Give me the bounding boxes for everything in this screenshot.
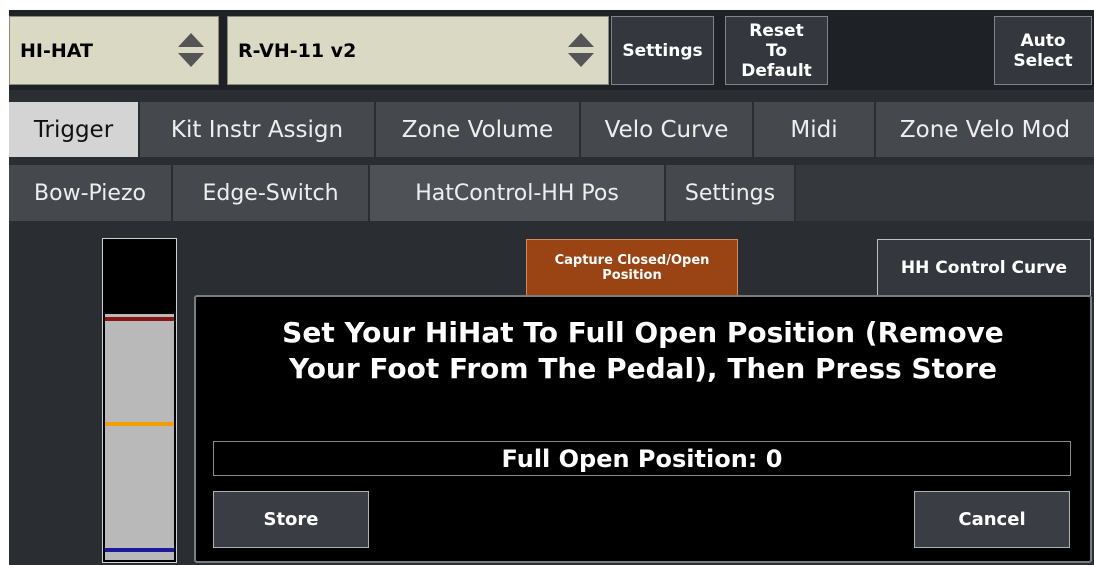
cancel-button-label: Cancel [958, 509, 1026, 530]
readout-label: Full Open Position: [501, 444, 758, 473]
tab-velo-curve[interactable]: Velo Curve [581, 102, 754, 157]
tab-midi[interactable]: Midi [754, 102, 876, 157]
dialog-message: Set Your HiHat To Full Open Position (Re… [206, 315, 1080, 387]
trigger-type-selector[interactable]: R-VH-11 v2 [227, 16, 609, 85]
subtab-label: HatControl-HH Pos [415, 180, 619, 206]
store-button-label: Store [263, 509, 319, 530]
subtab-bow-piezo[interactable]: Bow-Piezo [9, 165, 173, 221]
updown-arrows-icon[interactable] [566, 31, 596, 71]
full-open-position-dialog: Set Your HiHat To Full Open Position (Re… [194, 295, 1092, 563]
tab-label: Kit Instr Assign [170, 116, 344, 143]
dialog-message-line-1: Set Your HiHat To Full Open Position (Re… [282, 316, 1004, 349]
reset-label-line-1: Reset [749, 20, 804, 41]
top-bar: HI-HAT R-VH-11 v2 Settings Reset To Defa… [9, 10, 1094, 90]
meter-fill [105, 314, 174, 560]
tab-zone-velo-mod[interactable]: Zone Velo Mod [876, 102, 1094, 157]
tab-label: Velo Curve [604, 116, 729, 143]
subtab-hatcontrol-hh-pos[interactable]: HatControl-HH Pos [370, 165, 666, 221]
tab-label: Trigger [33, 116, 114, 143]
instrument-value: HI-HAT [20, 39, 93, 62]
cancel-button[interactable]: Cancel [914, 491, 1070, 548]
reset-to-default-button[interactable]: Reset To Default [725, 16, 828, 85]
subtab-edge-switch[interactable]: Edge-Switch [173, 165, 370, 221]
store-button[interactable]: Store [213, 491, 369, 548]
tab-zone-volume[interactable]: Zone Volume [376, 102, 581, 157]
updown-arrows-icon[interactable] [176, 31, 206, 71]
tab-label: Zone Velo Mod [899, 116, 1071, 143]
subtab-label: Bow-Piezo [34, 180, 146, 206]
subtab-label: Edge-Switch [202, 180, 339, 206]
subtab-settings[interactable]: Settings [666, 165, 796, 221]
dialog-message-line-2: Your Foot From The Pedal), Then Press St… [288, 352, 998, 385]
reset-label-line-3: Default [741, 60, 812, 81]
tab-label: Midi [790, 116, 838, 143]
auto-select-label-line-1: Auto [1020, 30, 1066, 51]
sub-tab-bar: Bow-Piezo Edge-Switch HatControl-HH Pos … [9, 165, 1094, 221]
tab-label: Zone Volume [401, 116, 554, 143]
main-tab-bar: Trigger Kit Instr Assign Zone Volume Vel… [9, 102, 1094, 157]
closed-position-marker [105, 316, 174, 321]
trigger-type-value: R-VH-11 v2 [238, 39, 357, 62]
settings-button-label: Settings [622, 40, 703, 61]
auto-select-button[interactable]: Auto Select [994, 16, 1092, 85]
auto-select-label-line-2: Select [1013, 50, 1073, 71]
tab-kit-instr-assign[interactable]: Kit Instr Assign [140, 102, 376, 157]
mid-position-marker [105, 422, 174, 427]
hihat-position-meter [102, 238, 177, 563]
capture-label-line-1: Capture Closed/Open [554, 252, 710, 268]
hihat-trigger-screen: HI-HAT R-VH-11 v2 Settings Reset To Defa… [9, 10, 1094, 565]
capture-closed-open-position-button[interactable]: Capture Closed/Open Position [526, 239, 738, 296]
subtab-label: Settings [684, 180, 776, 206]
settings-button[interactable]: Settings [611, 16, 714, 85]
hh-control-curve-button[interactable]: HH Control Curve [877, 239, 1091, 296]
full-open-position-readout: Full Open Position: 0 [213, 441, 1071, 476]
readout-value: 0 [765, 444, 783, 473]
capture-label-line-2: Position [602, 267, 662, 283]
tab-trigger[interactable]: Trigger [9, 102, 140, 157]
reset-label-line-2: To [765, 40, 788, 61]
instrument-selector[interactable]: HI-HAT [9, 16, 219, 85]
open-position-marker [105, 548, 174, 553]
curve-button-label: HH Control Curve [900, 257, 1068, 278]
